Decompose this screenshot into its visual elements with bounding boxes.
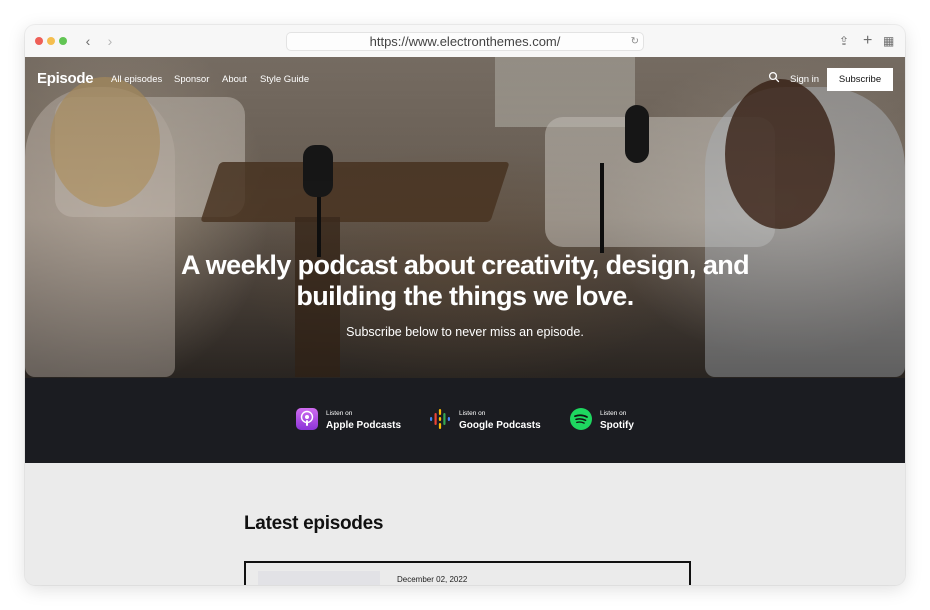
apple-podcasts-icon [296,408,318,430]
nav-sponsor[interactable]: Sponsor [174,74,209,85]
listen-on-band: Listen on Apple Podcasts Listen on Googl… [25,378,905,463]
spotify-label: Spotify [600,420,634,431]
back-button[interactable]: ‹ [79,32,97,50]
spotify-listen-on-label: Listen on [600,410,627,417]
google-podcasts-icon [429,408,451,430]
apple-podcasts-link[interactable]: Listen on Apple Podcasts [296,407,406,433]
new-tab-icon[interactable]: + [863,33,872,49]
nav-about[interactable]: About [222,74,247,85]
hero-title: A weekly podcast about creativity, desig… [65,250,865,312]
url-text: https://www.electronthemes.com/ [369,34,561,49]
latest-episodes-heading: Latest episodes [244,513,384,534]
google-listen-on-label: Listen on [459,410,486,417]
nav-style-guide[interactable]: Style Guide [260,74,309,85]
site-header: Episode All episodes Sponsor About Style… [25,57,905,103]
close-window-button[interactable] [35,37,43,45]
apple-listen-on-label: Listen on [326,410,353,417]
zoom-window-button[interactable] [59,37,67,45]
hero-title-line-2: building the things we love. [296,281,634,311]
site-logo[interactable]: Episode [37,70,94,87]
spotify-link[interactable]: Listen on Spotify [570,407,650,433]
episode-thumbnail[interactable] [258,571,380,585]
nav-all-episodes[interactable]: All episodes [111,74,162,85]
google-podcasts-label: Google Podcasts [459,420,541,431]
episode-date: December 02, 2022 [397,575,468,584]
apple-podcasts-label: Apple Podcasts [326,420,402,431]
spotify-icon [570,408,592,430]
hero-section: Episode All episodes Sponsor About Style… [25,57,905,378]
latest-episodes-section: Latest episodes December 02, 2022 [25,463,905,585]
browser-toolbar: ‹ › https://www.electronthemes.com/ ↻ ⇪ … [25,25,905,58]
address-bar[interactable]: https://www.electronthemes.com/ ↻ [286,32,644,51]
forward-button[interactable]: › [101,32,119,50]
subscribe-button[interactable]: Subscribe [827,68,893,91]
sign-in-link[interactable]: Sign in [790,74,819,85]
minimize-window-button[interactable] [47,37,55,45]
hero-subtitle: Subscribe below to never miss an episode… [346,325,584,339]
reload-icon[interactable]: ↻ [631,33,639,50]
share-icon[interactable]: ⇪ [839,33,849,49]
google-podcasts-link[interactable]: Listen on Google Podcasts [429,407,549,433]
browser-window: ‹ › https://www.electronthemes.com/ ↻ ⇪ … [25,25,905,585]
hero-title-line-1: A weekly podcast about creativity, desig… [180,250,750,280]
search-icon[interactable] [768,71,780,83]
episode-card[interactable]: December 02, 2022 [244,561,691,585]
tab-overview-icon[interactable]: ▦ [883,33,894,49]
